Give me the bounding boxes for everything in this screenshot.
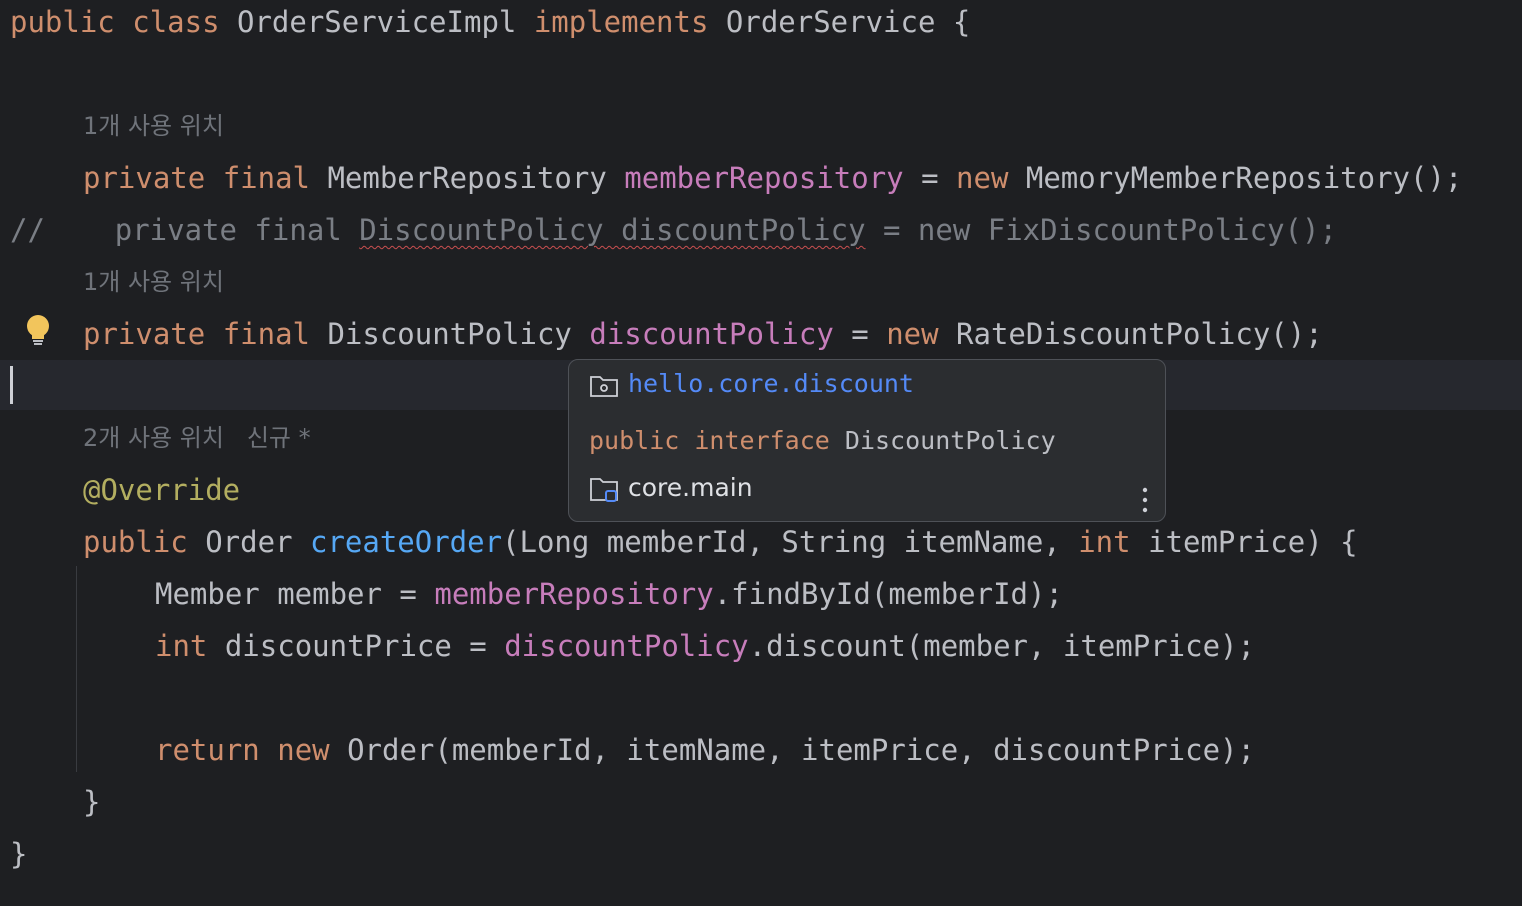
usage-hint[interactable]: 1개 사용 위치 [83,260,224,304]
code-line-discount-price[interactable]: int discountPrice = discountPolicy.disco… [0,624,1255,676]
code-line-method-close[interactable]: } [0,780,100,832]
more-vertical-icon[interactable] [1141,486,1149,516]
code-line-return-order[interactable]: return new Order(memberId, itemName, ite… [0,728,1255,780]
code-line-find-member[interactable]: Member member = memberRepository.findByI… [0,572,1063,624]
code-line-discount-policy[interactable]: private final DiscountPolicy discountPol… [0,312,1323,364]
usage-hint[interactable]: 2개 사용 위치 신규 * [83,416,311,460]
module-name: core.main [628,473,753,502]
code-line-commented-fix-policy[interactable]: // private final DiscountPolicy discount… [0,208,1337,260]
usage-hint[interactable]: 1개 사용 위치 [83,104,224,148]
quick-doc-popup[interactable]: hello.core.discount public interface Dis… [568,359,1166,522]
package-link[interactable]: hello.core.discount [628,366,914,402]
module-folder-icon [590,478,618,502]
package-icon [590,376,618,397]
declaration-signature: public interface DiscountPolicy [589,426,1056,455]
code-line-member-repository[interactable]: private final MemberRepository memberRep… [0,156,1462,208]
code-line-override[interactable]: @Override [0,468,240,520]
code-editor[interactable]: public class OrderServiceImpl implements… [0,0,1522,906]
code-line-create-order-signature[interactable]: public Order createOrder(Long memberId, … [0,520,1358,572]
code-line-class-declaration[interactable]: public class OrderServiceImpl implements… [0,0,970,52]
indent-guide [76,566,77,772]
code-line-class-close[interactable]: } [0,832,70,884]
